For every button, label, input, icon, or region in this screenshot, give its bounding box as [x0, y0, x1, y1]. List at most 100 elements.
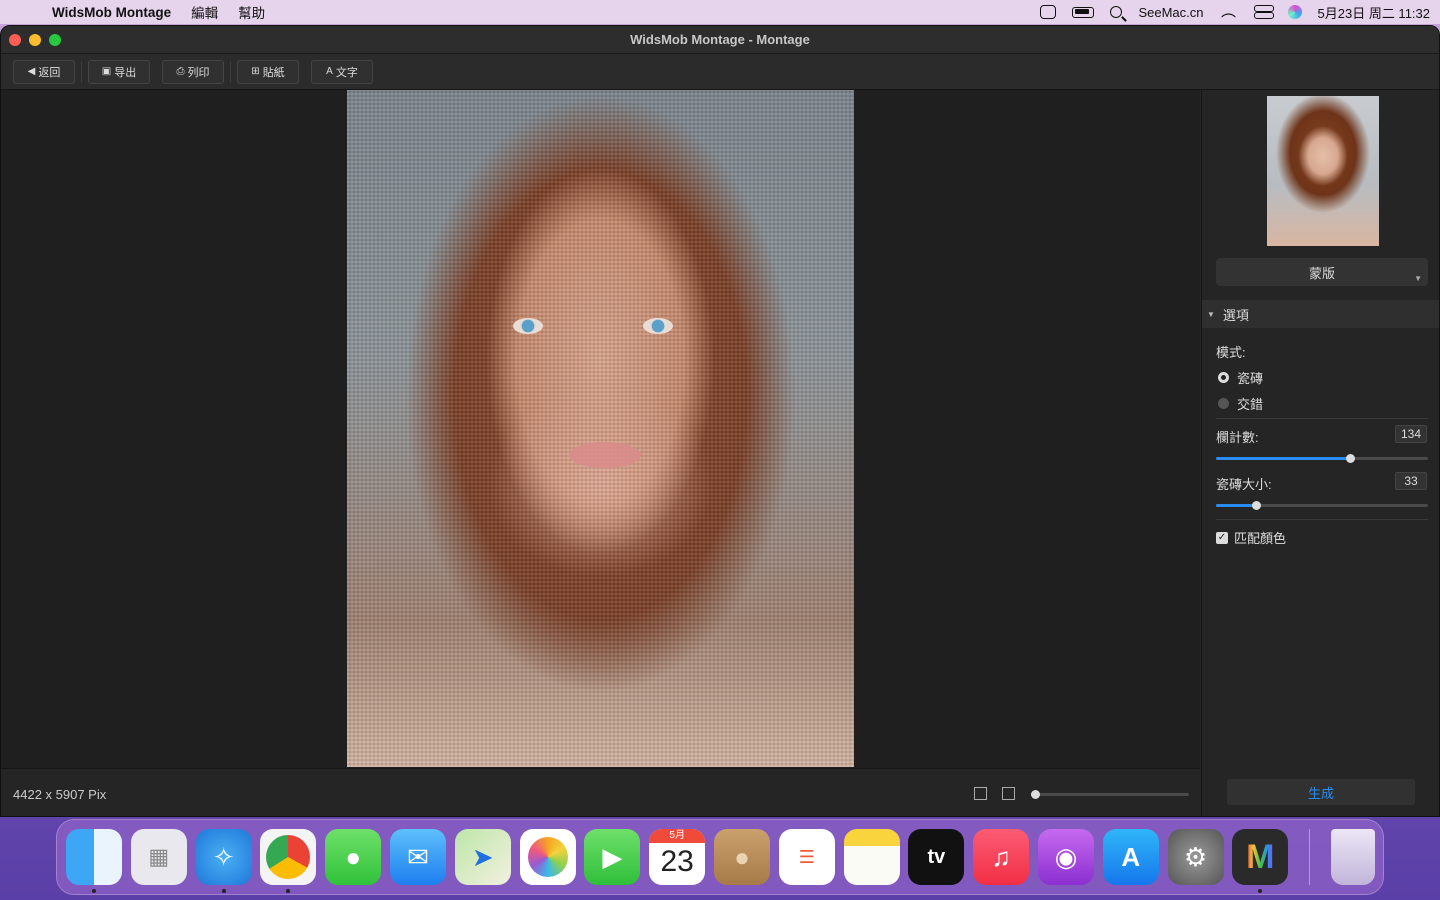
- disclosure-triangle-icon: ▼: [1207, 309, 1215, 319]
- tile-size-slider[interactable]: [1216, 501, 1428, 510]
- trash-icon[interactable]: [1330, 829, 1375, 885]
- app-menu[interactable]: WidsMob Montage: [52, 5, 171, 20]
- mode-label: 模式:: [1216, 345, 1246, 360]
- toolbar-divider: [230, 60, 231, 83]
- podcasts-icon[interactable]: ◉: [1037, 829, 1094, 885]
- source-thumbnail[interactable]: [1267, 96, 1379, 246]
- mode-radio-tile[interactable]: 瓷磚: [1218, 368, 1263, 387]
- app-store-icon[interactable]: A: [1102, 829, 1159, 885]
- save-icon: ▣: [101, 66, 112, 77]
- launchpad-icon[interactable]: ▦: [130, 829, 187, 885]
- mode-option-label: 瓷磚: [1237, 371, 1264, 386]
- mode-option-label: 交錯: [1237, 397, 1264, 412]
- notes-icon[interactable]: [843, 829, 900, 885]
- section-divider: [1216, 519, 1428, 520]
- music-icon[interactable]: ♫: [973, 829, 1030, 885]
- options-section-header[interactable]: ▼ 選項: [1202, 300, 1439, 328]
- tile-size-field[interactable]: 33: [1395, 472, 1427, 490]
- close-window-button[interactable]: [9, 34, 21, 46]
- export-label: 导出: [114, 66, 137, 79]
- toolbar: ◀ 返回 ▣ 导出 ⎙ 列印 ⊞ 貼紙 A 文字: [1, 54, 1439, 90]
- columns-slider[interactable]: [1216, 454, 1428, 463]
- zoom-window-button[interactable]: [49, 34, 61, 46]
- photos-icon[interactable]: [519, 829, 576, 885]
- running-indicator: [221, 889, 226, 893]
- dock-divider: [1309, 829, 1311, 885]
- finder-icon[interactable]: [66, 829, 122, 893]
- text-icon: A: [326, 66, 333, 77]
- radio-selected-icon: [1218, 372, 1229, 383]
- system-preferences-icon[interactable]: ⚙: [1167, 829, 1224, 885]
- generate-label: 生成: [1307, 785, 1334, 801]
- mosaic-lips: [569, 442, 641, 468]
- options-sidebar: 蒙版 ▼ ▼ 選項 模式: 瓷磚 交錯 欄計數: 134 瓷磚大小: 33 ✓ …: [1201, 90, 1439, 816]
- columns-slider-knob[interactable]: [1346, 454, 1355, 463]
- battery-icon[interactable]: [1072, 6, 1095, 18]
- text-button[interactable]: A 文字: [311, 59, 373, 84]
- text-label: 文字: [335, 66, 358, 79]
- tile-size-label: 瓷磚大小:: [1216, 477, 1272, 492]
- export-button[interactable]: ▣ 导出: [88, 59, 150, 84]
- status-app-icon[interactable]: [1040, 5, 1057, 19]
- chrome-icon[interactable]: [260, 829, 317, 893]
- reminders-icon[interactable]: ☰: [778, 829, 835, 885]
- sticker-button[interactable]: ⊞ 貼紙: [237, 59, 299, 84]
- minimize-window-button[interactable]: [29, 34, 41, 46]
- widsmob-montage-icon[interactable]: M: [1232, 829, 1289, 893]
- wifi-icon[interactable]: ︵: [1220, 4, 1238, 19]
- mask-dropdown[interactable]: 蒙版 ▼: [1216, 258, 1428, 286]
- match-color-label: 匹配顏色: [1234, 531, 1287, 546]
- columns-label: 欄計數:: [1216, 430, 1259, 445]
- facetime-icon[interactable]: ▶: [584, 829, 641, 885]
- calendar-month: 5月: [649, 829, 706, 843]
- back-label: 返回: [38, 66, 61, 79]
- mode-radio-stagger[interactable]: 交錯: [1218, 394, 1263, 413]
- siri-icon[interactable]: [1287, 5, 1302, 19]
- actual-size-icon[interactable]: [1002, 787, 1015, 800]
- zoom-slider[interactable]: [1031, 790, 1189, 799]
- print-label: 列印: [187, 66, 210, 79]
- menubar-site-text[interactable]: SeeMac.cn: [1138, 5, 1203, 20]
- control-center-icon[interactable]: [1253, 5, 1274, 19]
- messages-icon[interactable]: ●: [325, 829, 382, 885]
- running-indicator: [92, 889, 96, 893]
- menu-help[interactable]: 幫助: [238, 2, 265, 22]
- status-bar: 4422 x 5907 Pix: [1, 768, 1200, 816]
- match-color-checkbox[interactable]: ✓ 匹配顏色: [1216, 528, 1286, 547]
- menubar-clock[interactable]: 5月23日 周二 11:32: [1318, 3, 1430, 22]
- columns-field[interactable]: 134: [1395, 425, 1427, 443]
- back-arrow-icon: ◀: [27, 66, 36, 77]
- toolbar-divider: [81, 60, 82, 83]
- chevron-down-icon: ▼: [1414, 274, 1422, 283]
- back-button[interactable]: ◀ 返回: [13, 59, 75, 84]
- checkmark-icon: ✓: [1216, 531, 1228, 544]
- safari-icon[interactable]: ✧: [195, 829, 252, 893]
- sticker-label: 貼紙: [262, 66, 285, 79]
- mail-icon[interactable]: ✉: [389, 829, 446, 885]
- maps-icon[interactable]: ➤: [454, 829, 511, 885]
- tile-size-slider-knob[interactable]: [1252, 501, 1261, 510]
- mosaic-eye-right: [643, 318, 673, 334]
- contacts-icon[interactable]: ●: [713, 829, 770, 885]
- mosaic-eye-left: [513, 318, 543, 334]
- print-button[interactable]: ⎙ 列印: [162, 59, 224, 84]
- mosaic-preview-image[interactable]: [347, 90, 854, 767]
- canvas-area: [1, 90, 1200, 768]
- menu-bar: WidsMob Montage 編輯 幫助 SeeMac.cn ︵ 5月23日 …: [0, 0, 1440, 24]
- spotlight-search-icon[interactable]: [1110, 6, 1123, 18]
- calendar-icon[interactable]: 5月 23: [649, 829, 706, 885]
- radio-unselected-icon: [1218, 398, 1229, 409]
- generate-button[interactable]: 生成: [1227, 779, 1415, 805]
- menu-edit[interactable]: 編輯: [191, 2, 218, 22]
- app-window: WidsMob Montage - Montage ◀ 返回 ▣ 导出 ⎙ 列印…: [0, 25, 1440, 817]
- fit-screen-icon[interactable]: [974, 787, 987, 800]
- apple-tv-icon[interactable]: tv: [908, 829, 965, 885]
- options-header-label: 選項: [1222, 307, 1249, 323]
- image-dimensions: 4422 x 5907 Pix: [13, 787, 107, 802]
- running-indicator: [286, 889, 291, 893]
- zoom-slider-knob[interactable]: [1031, 790, 1040, 799]
- printer-icon: ⎙: [176, 66, 185, 77]
- mask-label: 蒙版: [1308, 265, 1335, 281]
- title-bar: WidsMob Montage - Montage: [1, 26, 1439, 54]
- section-divider: [1216, 418, 1428, 419]
